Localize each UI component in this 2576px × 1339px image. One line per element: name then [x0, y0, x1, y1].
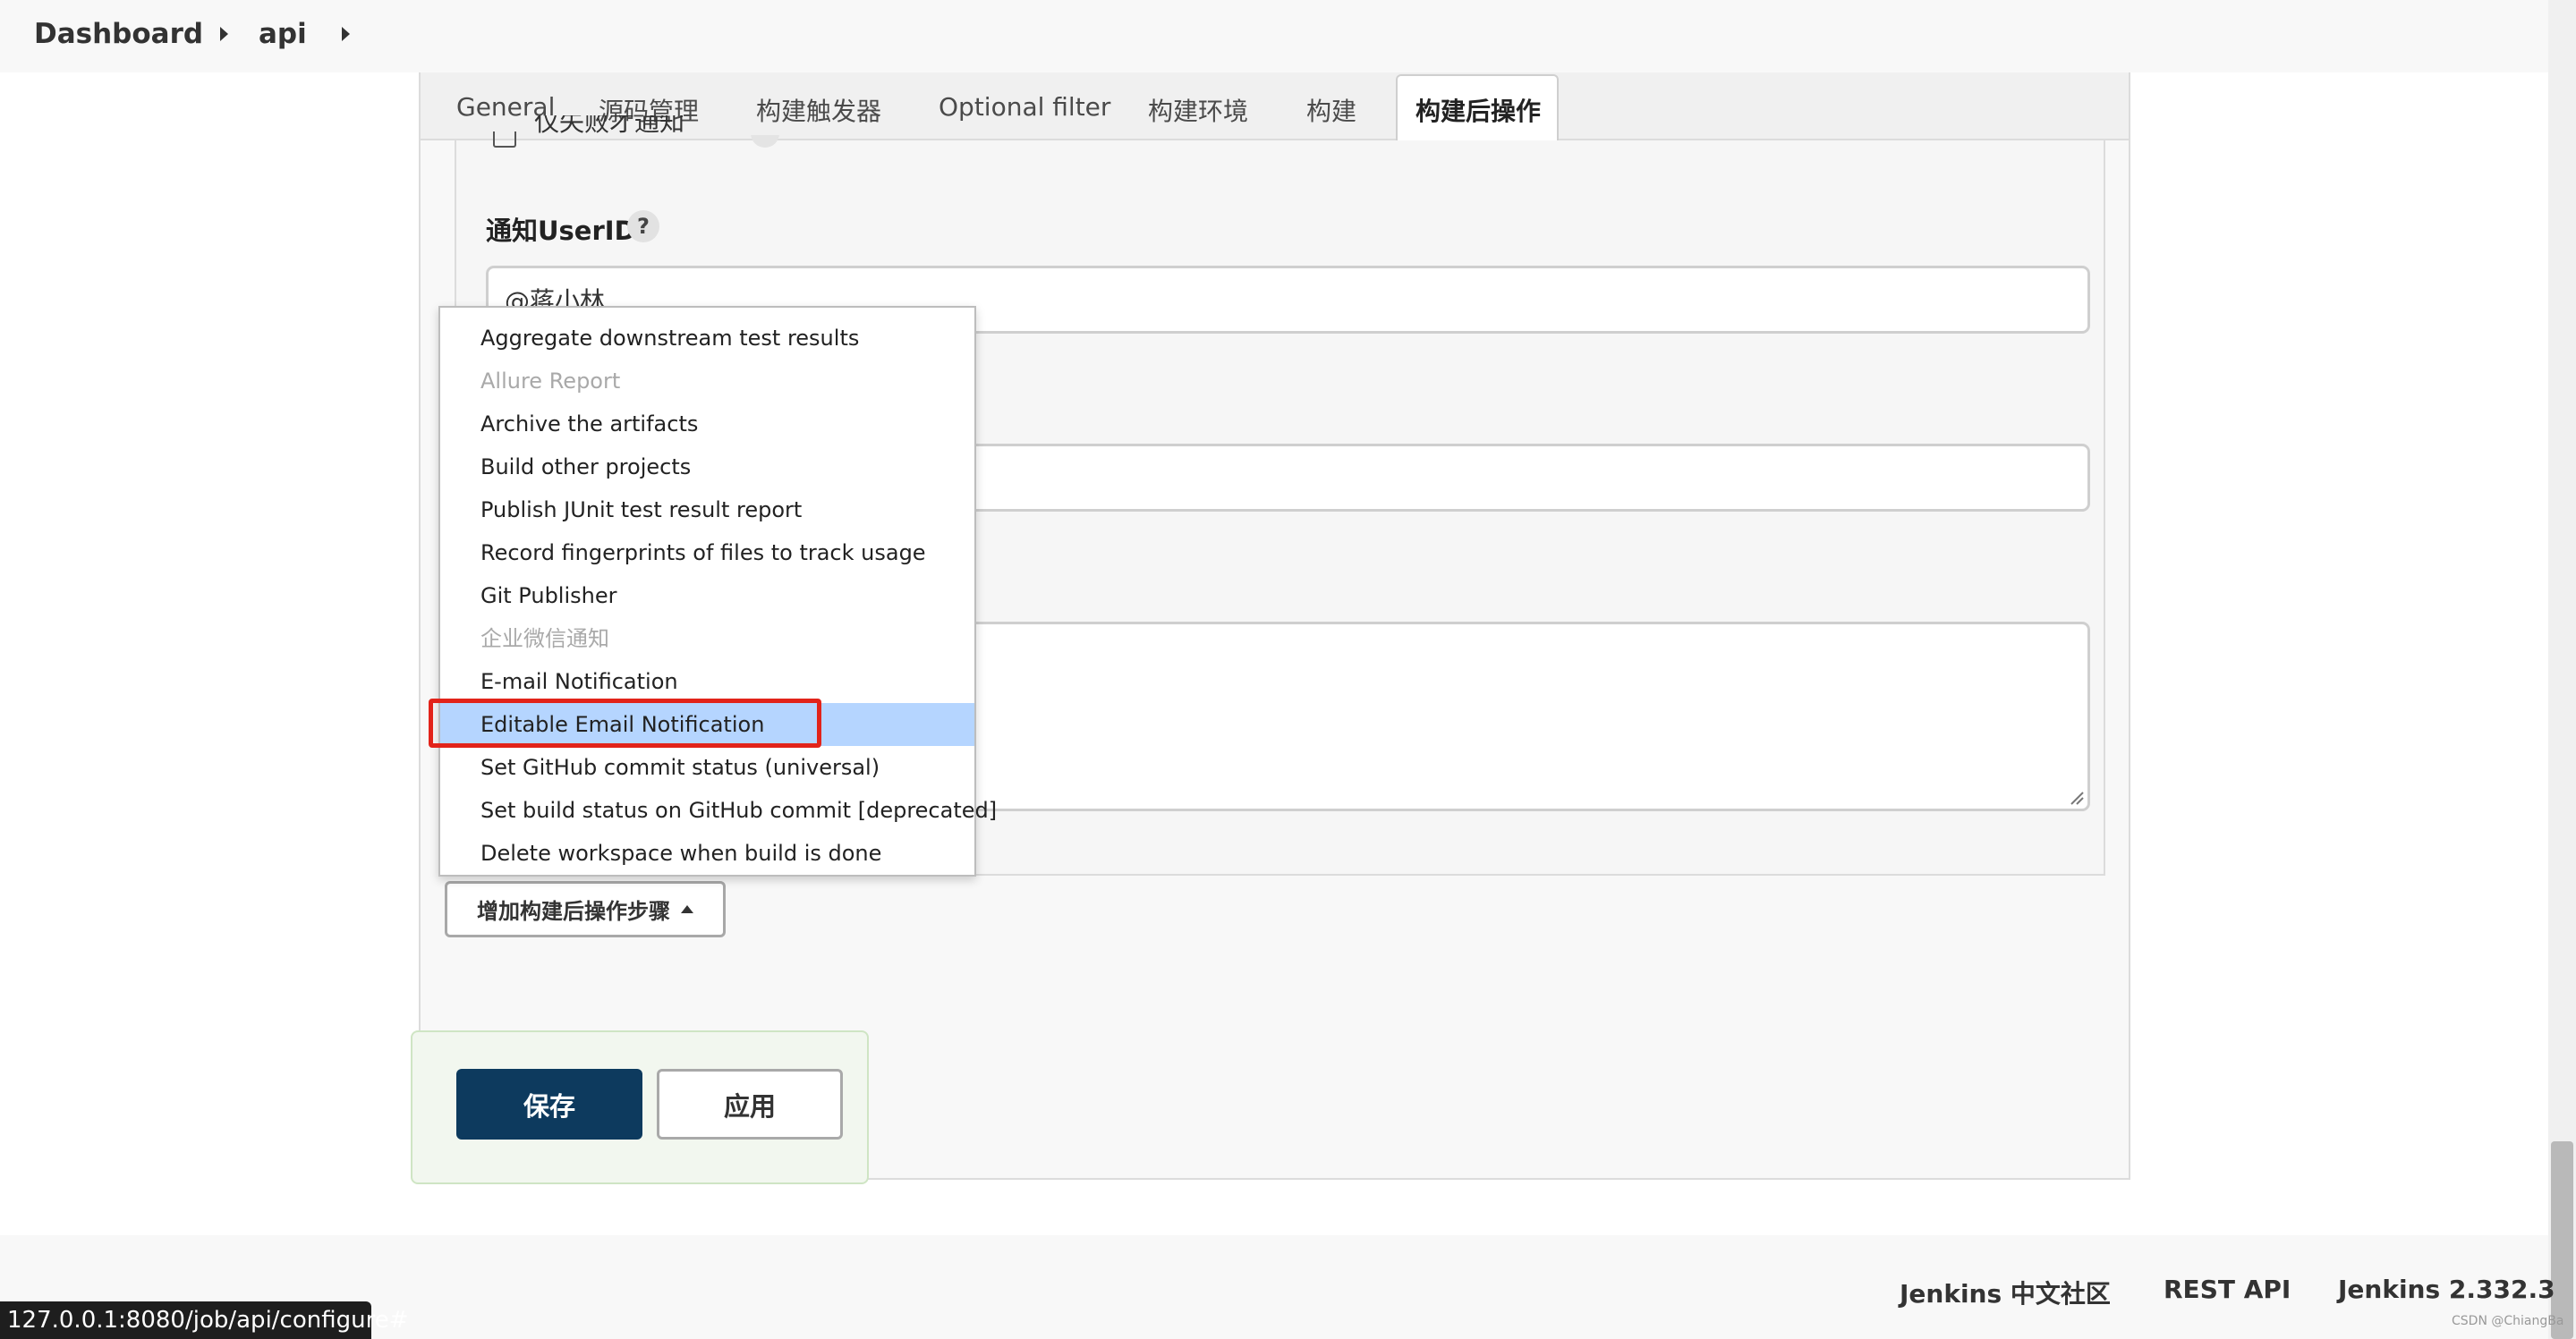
menu-item[interactable]: Allure Report [440, 360, 974, 403]
only-failure-label: 仅失败才通知 [534, 115, 685, 137]
breadcrumb-separator-icon[interactable] [342, 27, 350, 41]
help-icon[interactable] [751, 135, 779, 148]
tab-post-build-actions[interactable]: 构建后操作 [1396, 74, 1559, 142]
only-failure-checkbox[interactable] [493, 131, 516, 148]
footer-community-link[interactable]: Jenkins 中文社区 [1900, 1275, 2111, 1310]
scrollbar-thumb[interactable] [2551, 1141, 2573, 1339]
scrollbar-track[interactable] [2548, 0, 2576, 1339]
footer-rest-api-link[interactable]: REST API [2164, 1275, 2291, 1304]
annotation-highlight-box [429, 699, 821, 748]
breadcrumb-bar [0, 0, 2548, 72]
tab-build-triggers[interactable]: 构建触发器 [756, 92, 881, 128]
resize-grip-icon[interactable] [2068, 789, 2084, 805]
post-build-step-menu: Aggregate downstream test results Allure… [438, 306, 997, 877]
breadcrumb-api[interactable]: api [259, 18, 307, 50]
menu-item[interactable]: Set GitHub commit status (universal) [440, 746, 974, 789]
apply-button[interactable]: 应用 [657, 1069, 843, 1140]
userid-label: 通知UserID [486, 216, 636, 246]
tab-build-environment[interactable]: 构建环境 [1148, 92, 1248, 128]
status-url-tooltip: 127.0.0.1:8080/job/api/configure# [0, 1301, 409, 1339]
tab-build[interactable]: 构建 [1306, 92, 1356, 128]
menu-item[interactable]: Archive the artifacts [440, 403, 974, 445]
menu-item[interactable]: Set build status on GitHub commit [depre… [440, 789, 997, 832]
menu-item[interactable]: Git Publisher [440, 574, 974, 617]
footer-version-link[interactable]: Jenkins 2.332.3 [2338, 1275, 2555, 1304]
help-icon[interactable]: ? [627, 210, 659, 242]
breadcrumb-dashboard[interactable]: Dashboard [34, 18, 203, 50]
menu-item[interactable]: Delete workspace when build is done [440, 832, 974, 875]
menu-item[interactable]: E-mail Notification [440, 660, 974, 703]
add-post-build-step-label: 增加构建后操作步骤 [477, 899, 670, 924]
menu-item[interactable]: 企业微信通知 [440, 617, 974, 660]
watermark: CSDN @ChiangBa [2452, 1314, 2564, 1328]
menu-item[interactable]: Publish JUnit test result report [440, 488, 974, 531]
tab-optional-filter[interactable]: Optional filter [939, 92, 1110, 122]
caret-up-icon [681, 905, 693, 913]
menu-item[interactable]: Build other projects [440, 445, 974, 488]
save-button[interactable]: 保存 [456, 1069, 642, 1140]
breadcrumb-separator-icon[interactable] [220, 27, 228, 41]
add-post-build-step-button[interactable]: 增加构建后操作步骤 [445, 881, 726, 937]
menu-item[interactable]: Record fingerprints of files to track us… [440, 531, 974, 574]
menu-item[interactable]: Aggregate downstream test results [440, 317, 974, 360]
tab-post-build-actions-label: 构建后操作 [1416, 97, 1542, 126]
